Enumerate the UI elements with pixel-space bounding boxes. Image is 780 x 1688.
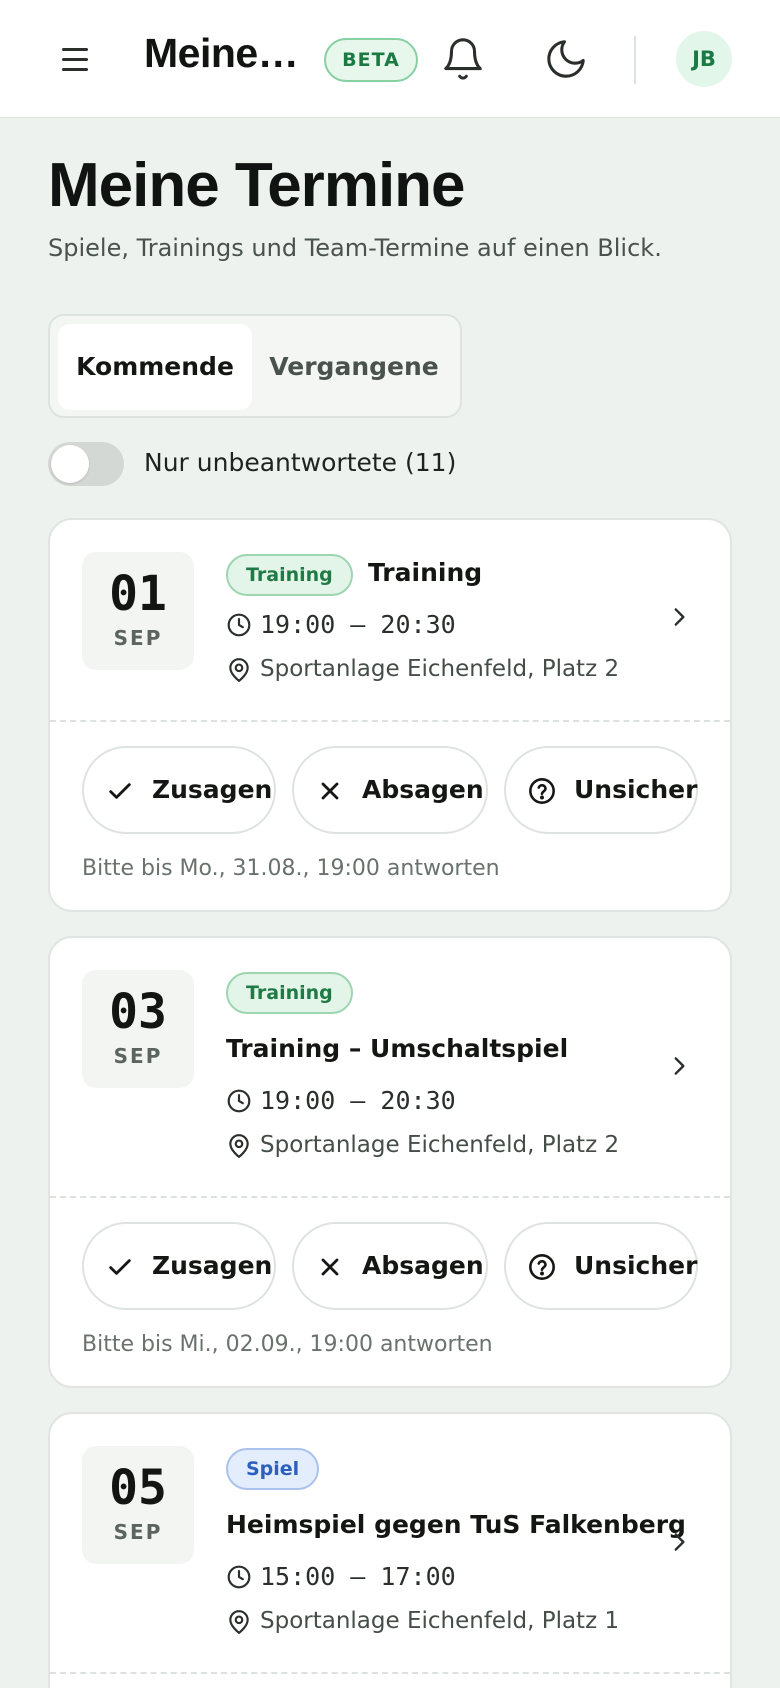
date-day: 03 <box>109 984 167 1040</box>
check-icon <box>109 1259 131 1275</box>
clock-icon <box>227 613 251 637</box>
bell-icon[interactable] <box>440 36 486 82</box>
response-deadline: Bitte bis Mo., 31.08., 19:00 antworten <box>82 856 500 881</box>
event-location: Sportanlage Eichenfeld, Platz 1 <box>260 1608 620 1634</box>
unanswered-toggle-label: Nur unbeantwortete (11) <box>144 448 457 477</box>
accept-label: Zusagen <box>152 775 273 804</box>
decline-button[interactable]: Absagen <box>292 1222 488 1310</box>
event-card-main[interactable]: 03 SEP Training Training – Umschaltspiel… <box>50 938 730 1196</box>
app-title: Meine Termine <box>144 30 304 76</box>
card-divider <box>50 720 730 722</box>
clock-icon <box>227 1565 251 1589</box>
date-box: 05 SEP <box>82 1446 194 1564</box>
tab-upcoming[interactable]: Kommende <box>58 324 252 410</box>
event-time: 15:00 – 17:00 <box>260 1562 456 1591</box>
decline-label: Absagen <box>362 775 484 804</box>
unanswered-toggle[interactable] <box>48 442 124 486</box>
date-box: 01 SEP <box>82 552 194 670</box>
date-day: 01 <box>109 566 167 622</box>
page-title: Meine Termine <box>48 151 466 220</box>
unsure-button[interactable]: Unsicher <box>504 746 698 834</box>
top-bar: Meine Termine BETA JB <box>0 0 780 118</box>
event-type-badge: Training <box>226 554 353 596</box>
date-day: 05 <box>109 1460 167 1516</box>
moon-icon[interactable] <box>543 36 589 82</box>
close-icon <box>321 782 339 800</box>
page-subtitle: Spiele, Trainings und Team-Termine auf e… <box>48 234 662 262</box>
event-card: 01 SEP Training Training 19:00 – 20:30 S… <box>48 518 732 912</box>
location-pin-icon <box>229 1134 249 1158</box>
response-deadline: Bitte bis Mi., 02.09., 19:00 antworten <box>82 1332 493 1357</box>
card-divider <box>50 1196 730 1198</box>
accept-button[interactable]: Zusagen <box>82 1222 276 1310</box>
event-title: Training – Umschaltspiel <box>226 1034 569 1063</box>
unsure-button[interactable]: Unsicher <box>504 1222 698 1310</box>
chevron-right-icon <box>674 1057 685 1075</box>
unsure-label: Unsicher <box>574 775 698 804</box>
event-time: 19:00 – 20:30 <box>260 610 456 639</box>
unsure-label: Unsicher <box>574 1251 698 1280</box>
date-month: SEP <box>113 626 163 650</box>
event-type-badge: Training <box>226 972 353 1014</box>
tab-past[interactable]: Vergangene <box>256 324 452 410</box>
question-icon <box>529 1254 555 1280</box>
location-pin-icon <box>229 658 249 682</box>
event-location: Sportanlage Eichenfeld, Platz 2 <box>260 656 620 682</box>
menu-icon[interactable] <box>56 40 94 78</box>
header-divider <box>634 36 636 84</box>
location-pin-icon <box>229 1610 249 1634</box>
check-icon <box>109 783 131 799</box>
decline-button[interactable]: Absagen <box>292 746 488 834</box>
date-box: 03 SEP <box>82 970 194 1088</box>
toggle-knob <box>51 445 89 483</box>
close-icon <box>321 1258 339 1276</box>
event-card-main[interactable]: 01 SEP Training Training 19:00 – 20:30 S… <box>50 520 730 720</box>
event-location: Sportanlage Eichenfeld, Platz 2 <box>260 1132 620 1158</box>
card-divider <box>50 1672 730 1674</box>
event-title: Heimspiel gegen TuS Falkenberg <box>226 1510 686 1539</box>
event-card-main[interactable]: 05 SEP Spiel Heimspiel gegen TuS Falkenb… <box>50 1414 730 1672</box>
event-card: 05 SEP Spiel Heimspiel gegen TuS Falkenb… <box>48 1412 732 1688</box>
avatar[interactable]: JB <box>676 31 732 87</box>
event-card: 03 SEP Training Training – Umschaltspiel… <box>48 936 732 1388</box>
accept-button[interactable]: Zusagen <box>82 746 276 834</box>
chevron-right-icon <box>674 608 685 626</box>
clock-icon <box>227 1089 251 1113</box>
date-month: SEP <box>113 1044 163 1068</box>
question-icon <box>529 778 555 804</box>
event-title: Training <box>368 558 483 587</box>
chevron-right-icon <box>674 1533 685 1551</box>
beta-badge: BETA <box>324 38 418 82</box>
date-month: SEP <box>113 1520 163 1544</box>
event-time: 19:00 – 20:30 <box>260 1086 456 1115</box>
decline-label: Absagen <box>362 1251 484 1280</box>
event-type-badge: Spiel <box>226 1448 320 1490</box>
tab-bar: Kommende Vergangene <box>48 314 462 418</box>
accept-label: Zusagen <box>152 1251 273 1280</box>
